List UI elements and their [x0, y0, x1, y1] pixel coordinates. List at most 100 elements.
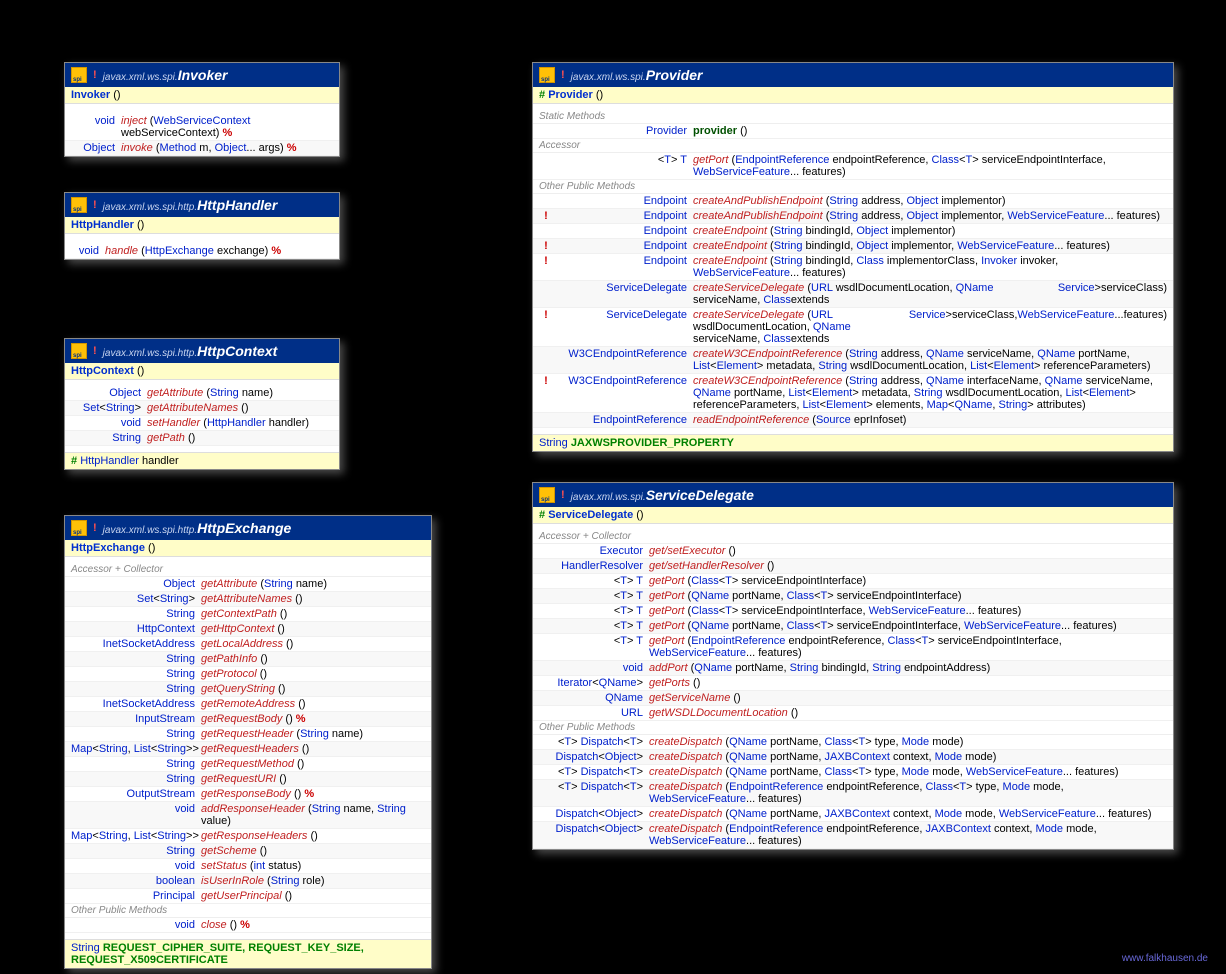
method-row: <T> TgetPort (Class<T> serviceEndpointIn…	[533, 604, 1173, 619]
class-icon	[71, 67, 87, 83]
method-row: Providerprovider ()	[533, 124, 1173, 139]
class-header: ! javax.xml.ws.spi.Provider	[533, 63, 1173, 87]
abstract-marker: !	[93, 69, 97, 81]
abstract-marker: !	[93, 345, 97, 357]
section-label: Accessor	[533, 139, 1173, 153]
section-label: Accessor + Collector	[533, 530, 1173, 544]
constructor: Invoker ()	[65, 87, 339, 104]
class-header: ! javax.xml.ws.spi.ServiceDelegate	[533, 483, 1173, 507]
method-row: <T> Dispatch<T>createDispatch (QName por…	[533, 765, 1173, 780]
method-row: EndpointReferencereadEndpointReference (…	[533, 413, 1173, 428]
class-httphandler: ! javax.xml.ws.spi.http.HttpHandler Http…	[64, 192, 340, 260]
method-row: <T> TgetPort (QName portName, Class<T> s…	[533, 589, 1173, 604]
method-row: voidinject (WebServiceContext webService…	[65, 114, 339, 141]
method-row: QNamegetServiceName ()	[533, 691, 1173, 706]
method-row: W3CEndpointReferencecreateW3CEndpointRef…	[533, 347, 1173, 374]
constructor: # ServiceDelegate ()	[533, 507, 1173, 524]
class-icon	[71, 343, 87, 359]
method-row: StringgetPath ()	[65, 431, 339, 446]
package: javax.xml.ws.spi.	[103, 72, 178, 83]
method-row: Set<String>getAttributeNames ()	[65, 592, 431, 607]
method-row: !EndpointcreateEndpoint (String bindingI…	[533, 239, 1173, 254]
method-row: StringgetQueryString ()	[65, 682, 431, 697]
constants: String REQUEST_CIPHER_SUITE, REQUEST_KEY…	[65, 939, 431, 968]
method-row: StringgetScheme ()	[65, 844, 431, 859]
class-name: Invoker	[178, 67, 228, 83]
method-row: Map<String, List<String>>getRequestHeade…	[65, 742, 431, 757]
class-icon	[71, 520, 87, 536]
section-label: Static Methods	[533, 110, 1173, 124]
method-row: StringgetContextPath ()	[65, 607, 431, 622]
method-row: Map<String, List<String>>getResponseHead…	[65, 829, 431, 844]
method-row: StringgetPathInfo ()	[65, 652, 431, 667]
abstract-marker: !	[561, 489, 565, 501]
method-row: OutputStreamgetResponseBody () %	[65, 787, 431, 802]
method-row: EndpointcreateAndPublishEndpoint (String…	[533, 194, 1173, 209]
method-row: <T> TgetPort (EndpointReference endpoint…	[533, 634, 1173, 661]
method-row: HttpContextgetHttpContext ()	[65, 622, 431, 637]
method-row: <T> TgetPort (Class<T> serviceEndpointIn…	[533, 574, 1173, 589]
method-row: ObjectgetAttribute (String name)	[65, 386, 339, 401]
method-row: Objectinvoke (Method m, Object... args) …	[65, 141, 339, 156]
class-header: ! javax.xml.ws.spi.http.HttpHandler	[65, 193, 339, 217]
method-row: !EndpointcreateAndPublishEndpoint (Strin…	[533, 209, 1173, 224]
field: # HttpHandler handler	[65, 452, 339, 469]
method-row: voidaddPort (QName portName, String bind…	[533, 661, 1173, 676]
method-row: Executorget/setExecutor ()	[533, 544, 1173, 559]
class-httpexchange: ! javax.xml.ws.spi.http.HttpExchange Htt…	[64, 515, 432, 969]
method-row: Dispatch<Object>createDispatch (Endpoint…	[533, 822, 1173, 849]
method-row: !EndpointcreateEndpoint (String bindingI…	[533, 254, 1173, 281]
method-row: InetSocketAddressgetLocalAddress ()	[65, 637, 431, 652]
method-row: booleanisUserInRole (String role)	[65, 874, 431, 889]
class-provider: ! javax.xml.ws.spi.Provider # Provider (…	[532, 62, 1174, 452]
class-invoker: ! javax.xml.ws.spi.Invoker Invoker () vo…	[64, 62, 340, 157]
class-header: ! javax.xml.ws.spi.http.HttpExchange	[65, 516, 431, 540]
method-row: InputStreamgetRequestBody () %	[65, 712, 431, 727]
constructor: HttpHandler ()	[65, 217, 339, 234]
method-row: Dispatch<Object>createDispatch (QName po…	[533, 750, 1173, 765]
section-label: Other Public Methods	[533, 721, 1173, 735]
section-label: Accessor + Collector	[65, 563, 431, 577]
method-row: URLgetWSDLDocumentLocation ()	[533, 706, 1173, 721]
method-row: HandlerResolverget/setHandlerResolver ()	[533, 559, 1173, 574]
constructor: HttpExchange ()	[65, 540, 431, 557]
class-icon	[539, 487, 555, 503]
class-servicedelegate: ! javax.xml.ws.spi.ServiceDelegate # Ser…	[532, 482, 1174, 850]
abstract-marker: !	[93, 199, 97, 211]
section-label: Other Public Methods	[533, 180, 1173, 194]
constructor: HttpContext ()	[65, 363, 339, 380]
method-row: voidhandle (HttpExchange exchange) %	[65, 244, 339, 259]
method-row: StringgetProtocol ()	[65, 667, 431, 682]
footer-credit[interactable]: www.falkhausen.de	[1122, 953, 1208, 964]
method-row: voidsetStatus (int status)	[65, 859, 431, 874]
method-row: PrincipalgetUserPrincipal ()	[65, 889, 431, 904]
abstract-marker: !	[93, 522, 97, 534]
method-row: InetSocketAddressgetRemoteAddress ()	[65, 697, 431, 712]
method-row: !ServiceDelegatecreateServiceDelegate (U…	[533, 308, 1173, 347]
method-row: StringgetRequestURI ()	[65, 772, 431, 787]
method-row: voidaddResponseHeader (String name, Stri…	[65, 802, 431, 829]
section-label: Other Public Methods	[65, 904, 431, 918]
method-row: !W3CEndpointReferencecreateW3CEndpointRe…	[533, 374, 1173, 413]
method-row: voidsetHandler (HttpHandler handler)	[65, 416, 339, 431]
method-row: StringgetRequestHeader (String name)	[65, 727, 431, 742]
constructor: # Provider ()	[533, 87, 1173, 104]
method-row: <T> TgetPort (EndpointReference endpoint…	[533, 153, 1173, 180]
method-row: ServiceDelegatecreateServiceDelegate (UR…	[533, 281, 1173, 308]
method-row: <T> Dispatch<T>createDispatch (QName por…	[533, 735, 1173, 750]
method-row: Dispatch<Object>createDispatch (QName po…	[533, 807, 1173, 822]
method-row: StringgetRequestMethod ()	[65, 757, 431, 772]
class-icon	[71, 197, 87, 213]
method-row: Iterator<QName>getPorts ()	[533, 676, 1173, 691]
class-httpcontext: ! javax.xml.ws.spi.http.HttpContext Http…	[64, 338, 340, 470]
method-row: EndpointcreateEndpoint (String bindingId…	[533, 224, 1173, 239]
abstract-marker: !	[561, 69, 565, 81]
class-header: ! javax.xml.ws.spi.Invoker	[65, 63, 339, 87]
method-row: ObjectgetAttribute (String name)	[65, 577, 431, 592]
class-header: ! javax.xml.ws.spi.http.HttpContext	[65, 339, 339, 363]
method-row: voidclose () %	[65, 918, 431, 933]
method-row: <T> Dispatch<T>createDispatch (EndpointR…	[533, 780, 1173, 807]
method-row: <T> TgetPort (QName portName, Class<T> s…	[533, 619, 1173, 634]
method-row: Set<String>getAttributeNames ()	[65, 401, 339, 416]
constants: String JAXWSPROVIDER_PROPERTY	[533, 434, 1173, 451]
